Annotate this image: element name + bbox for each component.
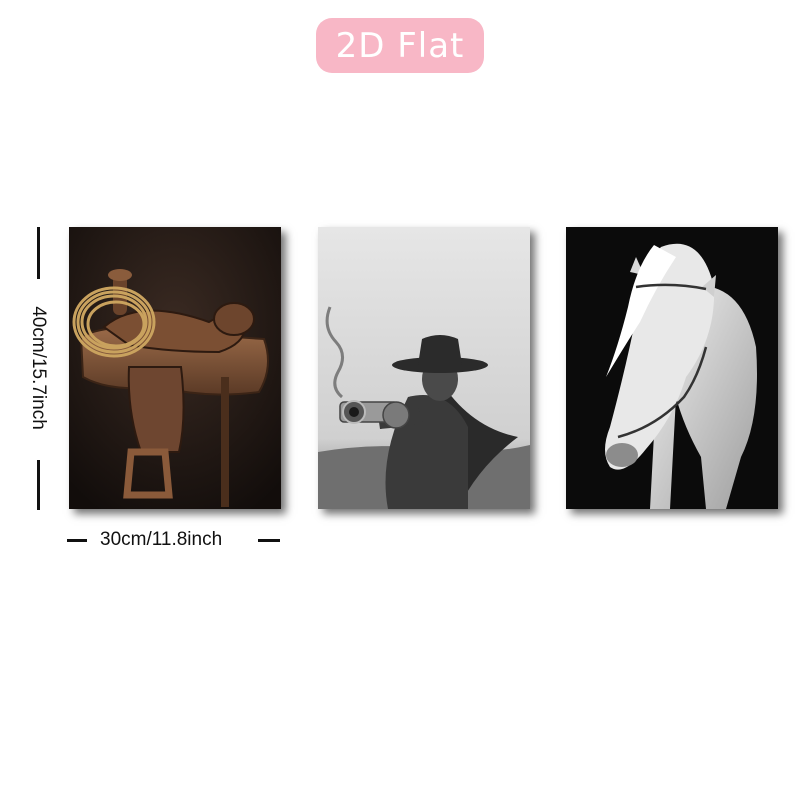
height-line-bottom — [37, 460, 40, 510]
badge-2d-flat: 2D Flat — [316, 18, 484, 73]
canvas-panel-horse — [566, 227, 778, 509]
height-line-top — [37, 227, 40, 279]
width-line-left — [67, 539, 87, 542]
width-label: 30cm/11.8inch — [100, 529, 223, 550]
canvas-panel-saddle — [69, 227, 281, 509]
width-line-right — [258, 539, 280, 542]
cowgirl-image — [318, 227, 530, 509]
horse-image — [566, 227, 778, 509]
canvas-panel-cowgirl — [318, 227, 530, 509]
height-label: 40cm/15.7inch — [28, 306, 49, 430]
saddle-image — [69, 227, 281, 509]
